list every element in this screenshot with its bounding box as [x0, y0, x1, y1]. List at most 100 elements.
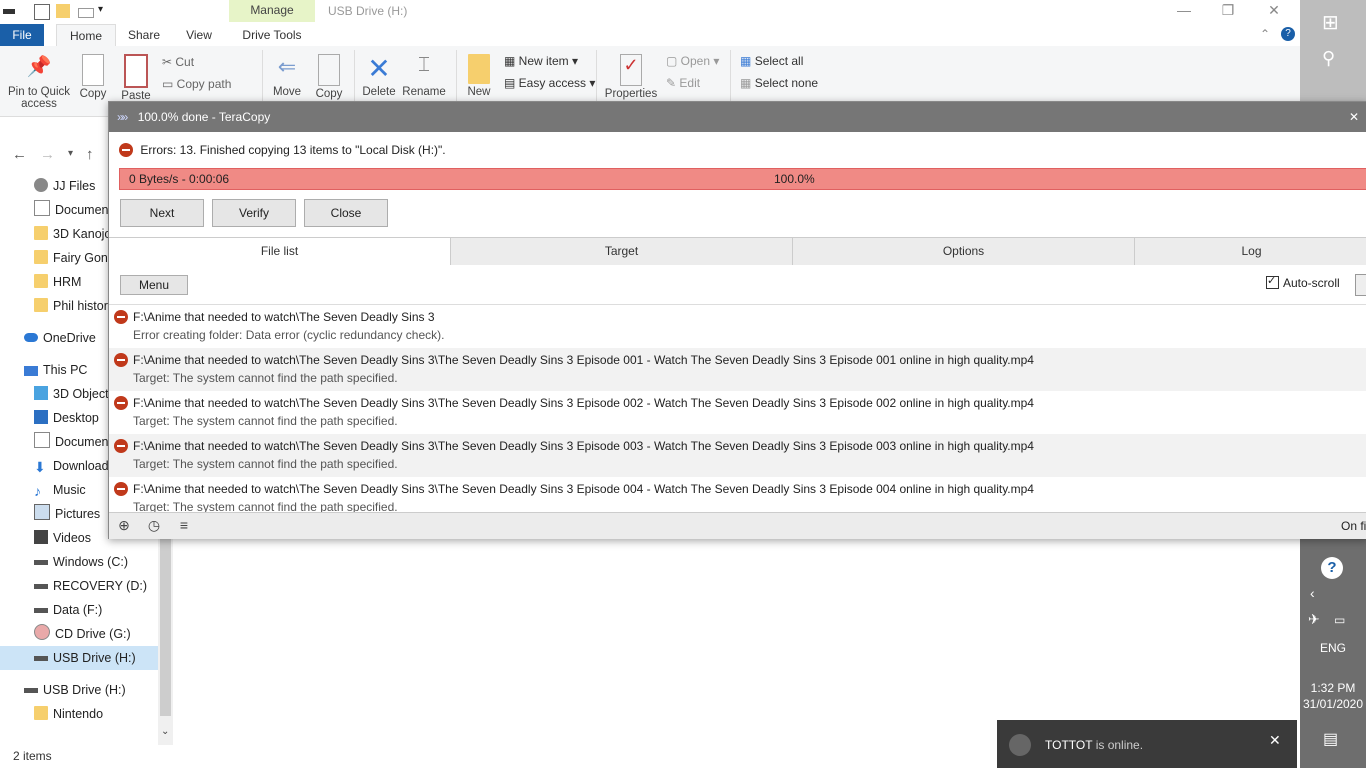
sidebar-item[interactable]: ♪ Music	[34, 478, 86, 502]
tab-target[interactable]: Target	[450, 238, 792, 265]
sidebar-item[interactable]: ⬇ Download	[34, 454, 109, 478]
windows-icon[interactable]: ⊞	[1322, 10, 1339, 35]
sidebar-item[interactable]: Document	[34, 198, 112, 222]
error-icon	[114, 439, 128, 453]
network-icon[interactable]: ✈	[1308, 611, 1320, 628]
tab-share[interactable]: Share	[120, 24, 168, 46]
sidebar-item[interactable]: 3D Kanojo	[34, 222, 111, 246]
list-icon[interactable]: ≡	[175, 516, 193, 534]
copy-button[interactable]: Copy	[78, 54, 108, 100]
sidebar-item-this-pc[interactable]: This PC	[24, 358, 87, 382]
forward-icon[interactable]: →	[40, 146, 55, 163]
easy-access-button[interactable]: ▤ Easy access ▾	[504, 76, 595, 90]
paste-button[interactable]: Paste	[118, 54, 154, 102]
sidebar-item-label: Desktop	[53, 411, 99, 425]
sidebar-item[interactable]: Videos	[34, 526, 91, 550]
help-icon[interactable]: ?	[1321, 557, 1343, 579]
sidebar-item-selected[interactable]: USB Drive (H:)	[0, 646, 158, 670]
list-item[interactable]: F:\Anime that needed to watch\The Seven …	[109, 434, 1366, 477]
rename-icon[interactable]	[78, 8, 94, 18]
sidebar-item-label: Document	[55, 435, 112, 449]
open-button[interactable]: ▢ Open ▾	[666, 54, 719, 68]
select-all-button[interactable]: ▦ Select all	[740, 54, 803, 68]
sidebar-item[interactable]: Document	[34, 430, 112, 454]
teracopy-window: »» 100.0% done - TeraCopy ✕ Errors: 13. …	[108, 101, 1366, 539]
close-icon[interactable]: ✕	[1269, 732, 1281, 749]
edit-button[interactable]: ✎ Edit	[666, 76, 700, 90]
minimize-button[interactable]: —	[1164, 2, 1204, 20]
cut-button[interactable]: ✂ Cut	[162, 55, 194, 69]
clock-time[interactable]: 1:32 PM	[1300, 681, 1366, 695]
tab-options[interactable]: Options	[792, 238, 1134, 265]
sidebar-item[interactable]: Phil histor	[34, 294, 108, 318]
teracopy-logo-icon: »»	[117, 110, 128, 124]
properties-button[interactable]: ✓ Properties	[604, 54, 658, 100]
history-icon[interactable]: ◷	[145, 516, 163, 534]
tab-drive-tools[interactable]: Drive Tools	[230, 24, 314, 46]
next-button[interactable]: Next	[120, 199, 204, 227]
back-icon[interactable]: ←	[12, 146, 27, 163]
notification-toast[interactable]: TOTTOT is online. ✕	[997, 720, 1297, 768]
tab-home[interactable]: Home	[56, 24, 116, 47]
new-item-button[interactable]: ▦ New item ▾	[504, 54, 578, 68]
tab-log[interactable]: Log	[1134, 238, 1366, 265]
search-icon[interactable]: ⚲	[1322, 48, 1335, 69]
teracopy-close-icon[interactable]: ✕	[1349, 102, 1359, 132]
sidebar-item-onedrive[interactable]: OneDrive	[24, 326, 96, 350]
tray-area: ? ‹ ✈ ▭ ENG 1:32 PM 31/01/2020 ▤	[1300, 537, 1366, 768]
sidebar-item[interactable]: JJ Files	[34, 174, 95, 198]
on-finish-label[interactable]: On fi	[1341, 519, 1366, 533]
sidebar-item[interactable]: USB Drive (H:)	[24, 678, 126, 702]
new-folder-icon[interactable]	[56, 4, 70, 18]
sidebar-item[interactable]: 3D Objects	[34, 382, 115, 406]
sidebar-item[interactable]: Pictures	[34, 502, 100, 526]
new-folder-button[interactable]: New	[464, 54, 494, 98]
maximize-button[interactable]: ❐	[1208, 2, 1248, 20]
clock-date[interactable]: 31/01/2020	[1300, 697, 1366, 711]
desktop-icon	[34, 410, 48, 424]
tab-file[interactable]: File	[0, 24, 44, 46]
help-icon[interactable]: ?	[1281, 27, 1295, 41]
close-button[interactable]: ✕	[1254, 2, 1294, 20]
battery-icon[interactable]: ▭	[1334, 613, 1345, 627]
verify-button[interactable]: Verify	[212, 199, 296, 227]
close-button[interactable]: Close	[304, 199, 388, 227]
tab-file-list[interactable]: File list	[109, 238, 450, 265]
sidebar-item[interactable]: Desktop	[34, 406, 99, 430]
menu-button[interactable]: Menu	[120, 275, 188, 295]
sidebar-item[interactable]: CD Drive (G:)	[34, 622, 131, 646]
move-to-button[interactable]: ⇐ Move	[272, 54, 302, 98]
list-item[interactable]: F:\Anime that needed to watch\The Seven …	[109, 477, 1366, 513]
file-path: F:\Anime that needed to watch\The Seven …	[133, 310, 435, 324]
teracopy-toolbar: ⊕ ◷ ≡ On fi	[109, 512, 1366, 539]
sidebar-item[interactable]: Nintendo	[34, 702, 103, 726]
delete-button[interactable]: ✕ Delete	[360, 54, 398, 99]
customize-qat-icon[interactable]: ▾	[98, 4, 112, 18]
copy-path-button[interactable]: ▭ Copy path	[162, 77, 231, 91]
recent-icon[interactable]: ▾	[68, 148, 73, 159]
chevron-left-icon[interactable]: ‹	[1310, 585, 1315, 601]
up-icon[interactable]: ↑	[86, 146, 94, 163]
pin-to-quick-access-button[interactable]: 📌 Pin to Quick access	[4, 54, 74, 110]
sidebar-item[interactable]: RECOVERY (D:)	[34, 574, 147, 598]
add-icon[interactable]: ⊕	[115, 516, 133, 534]
list-item[interactable]: F:\Anime that needed to watch\The Seven …	[109, 348, 1366, 391]
notifications-icon[interactable]: ▤	[1323, 729, 1338, 749]
collapse-ribbon-icon[interactable]: ⌃	[1260, 27, 1270, 41]
select-none-button[interactable]: ▦ Select none	[740, 76, 818, 90]
properties-icon[interactable]	[34, 4, 50, 20]
scroll-down-icon[interactable]: ⌄	[161, 726, 169, 737]
sidebar-item[interactable]: HRM	[34, 270, 81, 294]
copy-to-button[interactable]: Copy	[314, 54, 344, 100]
tab-view[interactable]: View	[176, 24, 222, 46]
list-item[interactable]: F:\Anime that needed to watch\The Seven …	[109, 305, 1366, 348]
sidebar-item[interactable]: Windows (C:)	[34, 550, 128, 574]
filter-button[interactable]	[1355, 274, 1366, 296]
sidebar-item[interactable]: Fairy Gone	[34, 246, 115, 270]
rename-button[interactable]: ⌶ Rename	[402, 54, 446, 98]
list-item[interactable]: F:\Anime that needed to watch\The Seven …	[109, 391, 1366, 434]
sidebar-item[interactable]: Data (F:)	[34, 598, 102, 622]
autoscroll-checkbox[interactable]: Auto-scroll	[1266, 274, 1340, 290]
tab-manage[interactable]: Manage	[229, 0, 315, 22]
language-indicator[interactable]: ENG	[1300, 641, 1366, 655]
